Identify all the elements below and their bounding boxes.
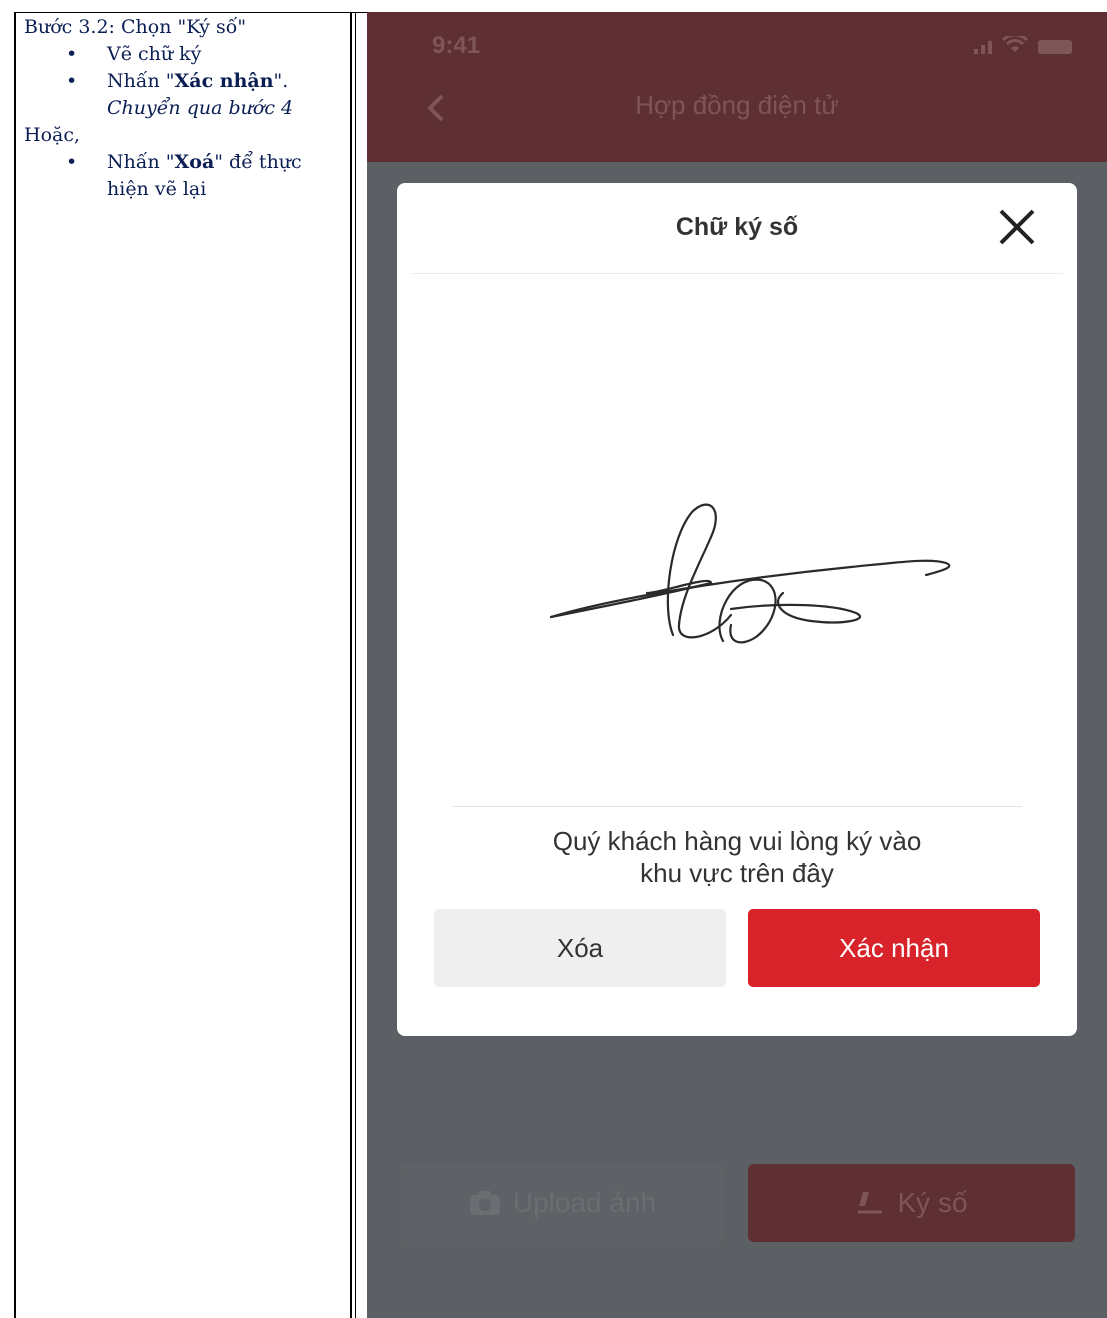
status-icons (974, 36, 1072, 54)
bullet-clear-continuation: hiện vẽ lại (107, 178, 207, 200)
signature-dialog: Chữ ký số Quý khách hàng vui lòng ký vào… (397, 183, 1077, 1036)
confirm-button[interactable]: Xác nhận (748, 909, 1040, 987)
sign-button[interactable]: Ký số (748, 1164, 1075, 1242)
step-list: Vẽ chữ ký Nhấn "Xác nhận". (24, 41, 344, 95)
pad-divider (452, 806, 1022, 807)
table-column-divider-2 (355, 12, 356, 1318)
or-label: Hoặc, (24, 124, 81, 146)
battery-icon (1038, 40, 1072, 54)
upload-label: Upload ảnh (512, 1187, 657, 1218)
table-column-divider (350, 12, 352, 1318)
bullet-draw-signature: Vẽ chữ ký (24, 41, 344, 68)
header-divider (411, 273, 1063, 274)
upload-image-button[interactable]: Upload ảnh (400, 1164, 725, 1242)
confirm-keyword: Xác nhận (174, 70, 274, 92)
nav-title: Hợp đồng điện tử (635, 90, 839, 120)
next-step-note: Chuyển qua bước 4 (107, 97, 294, 119)
signature-pen-icon (858, 1192, 883, 1214)
step-instructions: Bước 3.2: Chọn "Ký số" Vẽ chữ ký Nhấn "X… (24, 14, 344, 203)
close-icon[interactable] (995, 205, 1039, 249)
dialog-title: Chữ ký số (675, 213, 799, 241)
app-header: 9:41 Hợp đồng điện tử (367, 12, 1107, 162)
clear-button[interactable]: Xóa (434, 909, 726, 987)
signature-drawing (549, 503, 951, 644)
sign-label: Ký số (897, 1187, 968, 1218)
signal-icon (974, 41, 992, 54)
wifi-icon (1002, 36, 1028, 52)
status-time: 9:41 (432, 32, 481, 59)
camera-icon (469, 1191, 500, 1215)
phone-screen: 9:41 Hợp đồng điện tử Upload ảnh Ký số C… (367, 12, 1107, 1318)
bullet-confirm: Nhấn "Xác nhận". (24, 68, 344, 95)
clear-keyword: Xoá (174, 151, 215, 173)
bullet-clear: Nhấn "Xoá" để thực (24, 149, 344, 176)
signing-hint: Quý khách hàng vui lòng ký vào khu vực t… (552, 826, 922, 888)
signature-pad[interactable] (411, 275, 1063, 805)
step-heading: Bước 3.2: Chọn "Ký số" (24, 16, 247, 38)
table-left-border (14, 12, 16, 1318)
